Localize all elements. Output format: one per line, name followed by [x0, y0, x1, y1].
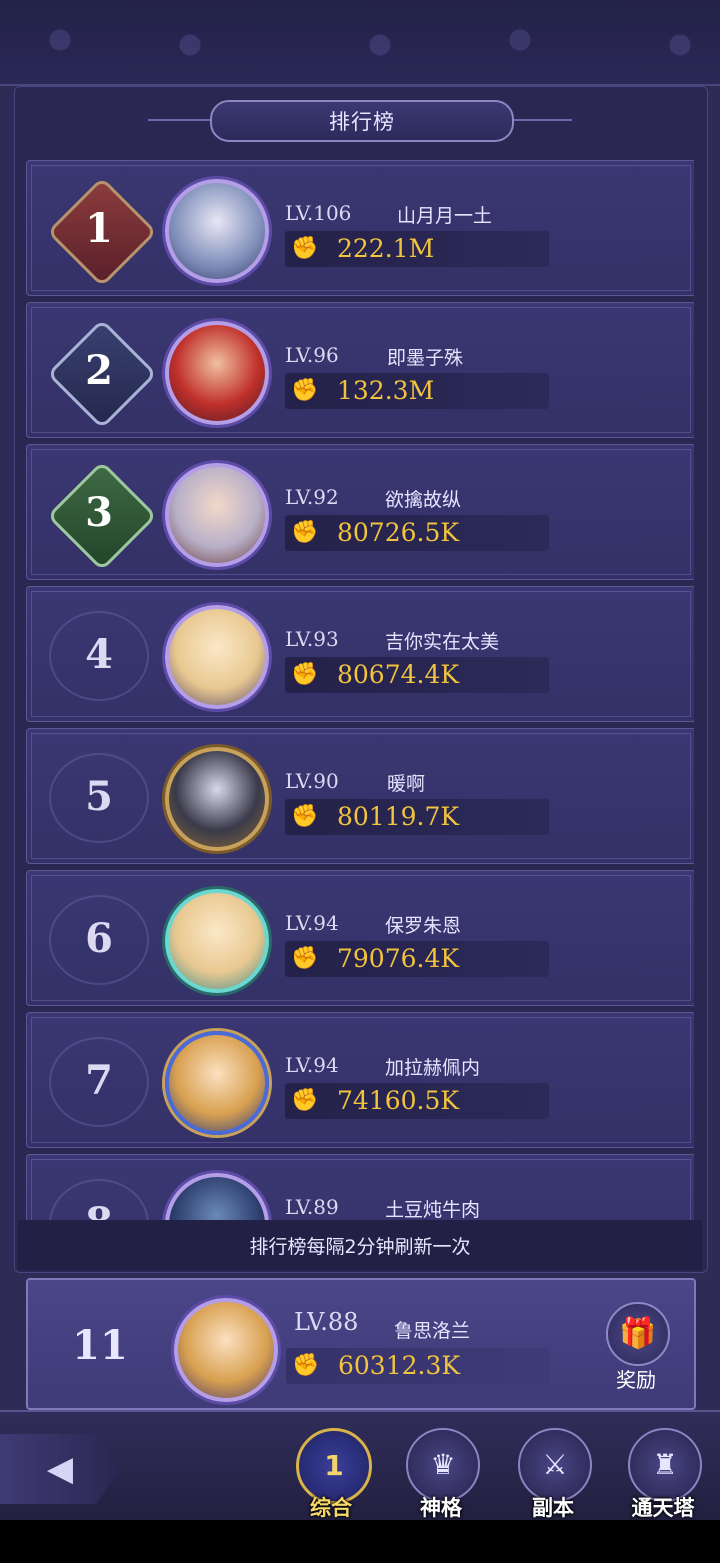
player-name: 欲擒故纵 — [385, 489, 462, 511]
leaderboard-header: 排行榜 — [148, 98, 572, 142]
ranking-row[interactable]: 5 LV.90 暖啊 ✊ 80119.7K — [26, 728, 694, 864]
avatar[interactable] — [165, 1173, 269, 1220]
my-power-bar: ✊ 60312.3K — [286, 1348, 550, 1384]
ranking-row[interactable]: 8 LV.89 土豆炖牛肉 — [26, 1154, 694, 1220]
player-level: LV.94 — [285, 911, 339, 935]
ranking-row[interactable]: 7 LV.94 加拉赫佩内 ✊ 74160.5K — [26, 1012, 694, 1148]
tab-label: 综合 — [310, 1496, 352, 1520]
power-bar: ✊ 222.1M — [285, 231, 549, 267]
refresh-note: 排行榜每隔2分钟刷新一次 — [18, 1220, 702, 1270]
player-level: LV.92 — [285, 485, 339, 509]
power-bar: ✊ 74160.5K — [285, 1083, 549, 1119]
gift-icon: 🎁 — [606, 1302, 670, 1366]
back-arrow-icon: ◀ — [46, 1449, 74, 1489]
player-name: 土豆炖牛肉 — [385, 1199, 481, 1220]
avatar[interactable] — [165, 1031, 269, 1135]
ranking-row[interactable]: 3 LV.92 欲擒故纵 ✊ 80726.5K — [26, 444, 694, 580]
my-rank-number: 11 — [72, 1322, 128, 1369]
tab-dungeon[interactable]: ⚔ 副本 — [508, 1424, 598, 1520]
my-avatar[interactable] — [174, 1298, 278, 1402]
avatar[interactable] — [165, 889, 269, 993]
power-value: 80726.5K — [337, 518, 460, 547]
player-level: LV.93 — [285, 627, 339, 651]
reward-button[interactable]: 🎁 奖励 — [600, 1302, 672, 1392]
rank-number: 4 — [85, 631, 113, 678]
fist-icon: ✊ — [291, 946, 319, 971]
deity-icon: ♛ — [406, 1428, 480, 1502]
player-name: 保罗朱恩 — [385, 915, 462, 937]
tab-tower[interactable]: ♜ 通天塔 — [618, 1424, 708, 1520]
rank-number: 8 — [67, 1195, 131, 1220]
dungeon-icon: ⚔ — [518, 1428, 592, 1502]
power-value: 80674.4K — [337, 660, 460, 689]
top-banner — [0, 0, 720, 86]
page-title: 排行榜 — [329, 110, 395, 134]
player-name: 山月月一土 — [397, 205, 493, 227]
my-power-value: 60312.3K — [338, 1351, 461, 1380]
rank-number: 6 — [85, 915, 113, 962]
player-level: LV.90 — [285, 769, 339, 793]
reward-label: 奖励 — [616, 1368, 656, 1392]
rank-number: 7 — [85, 1057, 113, 1104]
player-name: 吉你实在太美 — [385, 631, 500, 653]
power-value: 74160.5K — [337, 1086, 460, 1115]
avatar[interactable] — [165, 747, 269, 851]
tab-label: 神格 — [420, 1496, 462, 1520]
player-level: LV.89 — [285, 1195, 339, 1219]
player-name: 加拉赫佩内 — [385, 1057, 481, 1079]
player-level: LV.96 — [285, 343, 339, 367]
player-name: 暖啊 — [387, 773, 426, 795]
power-bar: ✊ 80674.4K — [285, 657, 549, 693]
fist-icon: ✊ — [291, 378, 319, 403]
power-value: 80119.7K — [337, 802, 460, 831]
title-ornament-left — [148, 119, 210, 121]
system-bar — [0, 1520, 720, 1563]
avatar[interactable] — [165, 179, 269, 283]
title-plate: 排行榜 — [210, 100, 514, 142]
tab-label: 通天塔 — [631, 1496, 695, 1520]
power-bar: ✊ 80726.5K — [285, 515, 549, 551]
ranking-list[interactable]: 1 LV.106 山月月一土 ✊ 222.1M 2 LV.96 即墨子殊 ✊ 1… — [26, 160, 694, 1220]
bottom-nav: ◀ 1 综合 ♛ 神格 ⚔ 副本 ♜ 通天塔 — [0, 1410, 720, 1522]
rank-number: 5 — [85, 773, 113, 820]
tab-deity[interactable]: ♛ 神格 — [396, 1424, 486, 1520]
power-value: 222.1M — [337, 234, 435, 263]
power-bar: ✊ 132.3M — [285, 373, 549, 409]
power-value: 132.3M — [337, 376, 435, 405]
my-name: 鲁思洛兰 — [394, 1320, 471, 1342]
my-level: LV.88 — [294, 1308, 359, 1336]
rank-number: 2 — [85, 347, 113, 394]
avatar[interactable] — [165, 463, 269, 567]
ranking-row[interactable]: 4 LV.93 吉你实在太美 ✊ 80674.4K — [26, 586, 694, 722]
title-ornament-right — [510, 119, 572, 121]
power-bar: ✊ 80119.7K — [285, 799, 549, 835]
fist-icon: ✊ — [291, 520, 319, 545]
fist-icon: ✊ — [291, 1088, 319, 1113]
tab-label: 副本 — [532, 1496, 574, 1520]
player-name: 即墨子殊 — [387, 347, 464, 369]
ranking-row[interactable]: 6 LV.94 保罗朱恩 ✊ 79076.4K — [26, 870, 694, 1006]
fist-icon: ✊ — [291, 804, 319, 829]
avatar[interactable] — [165, 605, 269, 709]
fist-icon: ✊ — [292, 1353, 320, 1378]
fist-icon: ✊ — [291, 236, 319, 261]
avatar[interactable] — [165, 321, 269, 425]
back-button[interactable]: ◀ — [0, 1434, 120, 1504]
player-level: LV.106 — [285, 201, 352, 225]
tab-overall[interactable]: 1 综合 — [286, 1424, 376, 1520]
ranking-row[interactable]: 1 LV.106 山月月一土 ✊ 222.1M — [26, 160, 694, 296]
player-level: LV.94 — [285, 1053, 339, 1077]
power-value: 79076.4K — [337, 944, 460, 973]
fist-icon: ✊ — [291, 662, 319, 687]
ranking-row[interactable]: 2 LV.96 即墨子殊 ✊ 132.3M — [26, 302, 694, 438]
power-bar: ✊ 79076.4K — [285, 941, 549, 977]
my-ranking-row[interactable]: 11 LV.88 鲁思洛兰 ✊ 60312.3K 🎁 奖励 — [26, 1278, 696, 1410]
tower-icon: ♜ — [628, 1428, 702, 1502]
rank-number: 1 — [85, 205, 113, 252]
rank-number: 3 — [85, 489, 113, 536]
